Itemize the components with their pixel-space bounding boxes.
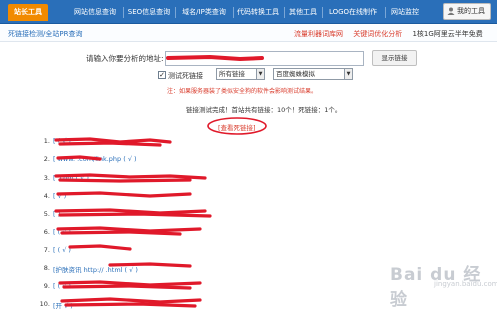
list-item[interactable]: 7.[ ( √ ): [38, 246, 288, 256]
list-item-text[interactable]: [护肤资讯 http:// .html ( √ ): [53, 264, 138, 274]
list-item[interactable]: 8. [护肤资讯 http:// .html ( √ ): [38, 264, 288, 274]
list-item-text[interactable]: [ ( √ ): [53, 282, 71, 290]
list-item[interactable]: 5.[ ]: [38, 210, 288, 220]
baidu-watermark: Bai du 经验 jingyan.baidu.com: [372, 260, 497, 310]
list-item-text[interactable]: [ .com ( √ ): [53, 174, 89, 182]
list-item-number: 7.: [43, 246, 50, 254]
list-item-number: 1.: [43, 137, 50, 145]
list-item[interactable]: 9.[ ( √ ): [38, 282, 288, 292]
list-item-number: 10.: [39, 300, 50, 308]
list-item-number: 3.: [43, 174, 50, 182]
nav-divider: [322, 7, 323, 18]
link-type-select[interactable]: 所有链接 ▼: [216, 68, 265, 80]
my-tools-button[interactable]: 我的工具: [443, 3, 491, 20]
my-tools-label: 我的工具: [457, 7, 485, 15]
nav-divider: [175, 7, 176, 18]
list-item[interactable]: 1.[ ( √ ): [38, 137, 288, 147]
nav-divider: [233, 7, 234, 18]
list-item[interactable]: 2.[ www. .com/link.php ( √ ): [38, 155, 288, 165]
list-item-number: 5.: [43, 210, 50, 218]
tab-domain-ip[interactable]: 域名/IP类查询: [177, 4, 231, 21]
tab-webmaster-tools[interactable]: 站长工具: [8, 4, 48, 21]
list-item-text[interactable]: [ ( √ ): [53, 137, 71, 145]
watermark-url: jingyan.baidu.com: [434, 280, 497, 288]
promo-link-thesaurus[interactable]: 流量利器词库网: [294, 30, 343, 38]
spider-value: 百度蜘蛛模拟: [276, 70, 315, 78]
url-input-box[interactable]: [165, 51, 364, 66]
tab-site-info[interactable]: 网站信息查询: [68, 4, 122, 21]
list-item[interactable]: 3.[ .com ( √ ): [38, 174, 288, 184]
chevron-down-icon: ▼: [256, 69, 264, 79]
nav-divider: [284, 7, 285, 18]
url-input[interactable]: [166, 52, 363, 65]
list-item-number: 4.: [43, 192, 50, 200]
nav-divider: [385, 7, 386, 18]
list-item-text[interactable]: [开 √ ): [53, 300, 73, 310]
nav-divider: [123, 7, 124, 18]
link-type-value: 所有链接: [219, 70, 245, 78]
promo-link-aliyun[interactable]: 1核1G阿里云半年免费: [412, 30, 482, 38]
list-item-number: 2.: [43, 155, 50, 163]
view-dead-links-button[interactable]: [查看死链接]: [207, 117, 267, 135]
tab-logo-maker[interactable]: LOGO在线制作: [324, 4, 382, 21]
url-label: 请输入你要分析的地址:: [86, 54, 164, 63]
query-button[interactable]: 显示链接: [372, 50, 417, 66]
promo-link-keyword[interactable]: 关键词优化分析: [353, 30, 402, 38]
list-item[interactable]: 6.[ ( √ ): [38, 228, 288, 238]
list-item-number: 8.: [43, 264, 50, 272]
top-nav: 站长工具 网站信息查询 SEO信息查询 域名/IP类查询 代码转换工具 其他工具…: [0, 0, 497, 24]
security-note: 注：如果服务器装了类似安全狗的软件会影响测试结果。: [167, 88, 318, 95]
promo-links: 流量利器词库网 关键词优化分析 1核1G阿里云半年免费: [294, 29, 491, 39]
tab-site-monitor[interactable]: 网站监控: [387, 4, 423, 21]
spider-select[interactable]: 百度蜘蛛模拟 ▼: [273, 68, 353, 80]
breadcrumb[interactable]: 死链接检测/全站PR查询: [8, 29, 82, 39]
tab-seo-info[interactable]: SEO信息查询: [125, 4, 173, 21]
highlight-ellipse: [207, 117, 267, 135]
list-item-text[interactable]: [ √ ): [53, 192, 66, 200]
sub-bar: 死链接检测/全站PR查询 流量利器词库网 关键词优化分析 1核1G阿里云半年免费: [0, 25, 497, 42]
list-item-text[interactable]: [ ]: [53, 210, 60, 218]
list-item-number: 6.: [43, 228, 50, 236]
tab-code-convert[interactable]: 代码转换工具: [235, 4, 281, 21]
chevron-down-icon: ▼: [344, 69, 352, 79]
list-item-text[interactable]: [ www. .com/link.php ( √ ): [53, 155, 137, 163]
dead-link-checkbox[interactable]: ✓: [158, 71, 166, 79]
list-item[interactable]: 10. [开 √ ): [38, 300, 288, 310]
test-result-summary: 链接测试完成！首站共有链接：10个！死链接：1个。: [186, 106, 342, 114]
dead-link-checkbox-label: 测试死链接: [168, 72, 203, 80]
user-icon: [447, 7, 455, 15]
tab-other-tools[interactable]: 其他工具: [286, 4, 320, 21]
list-item[interactable]: 4.[ √ ): [38, 192, 288, 202]
list-item-text[interactable]: [ ( √ ): [53, 246, 71, 254]
list-item-text[interactable]: [ ( √ ): [53, 228, 71, 236]
list-item-number: 9.: [43, 282, 50, 290]
